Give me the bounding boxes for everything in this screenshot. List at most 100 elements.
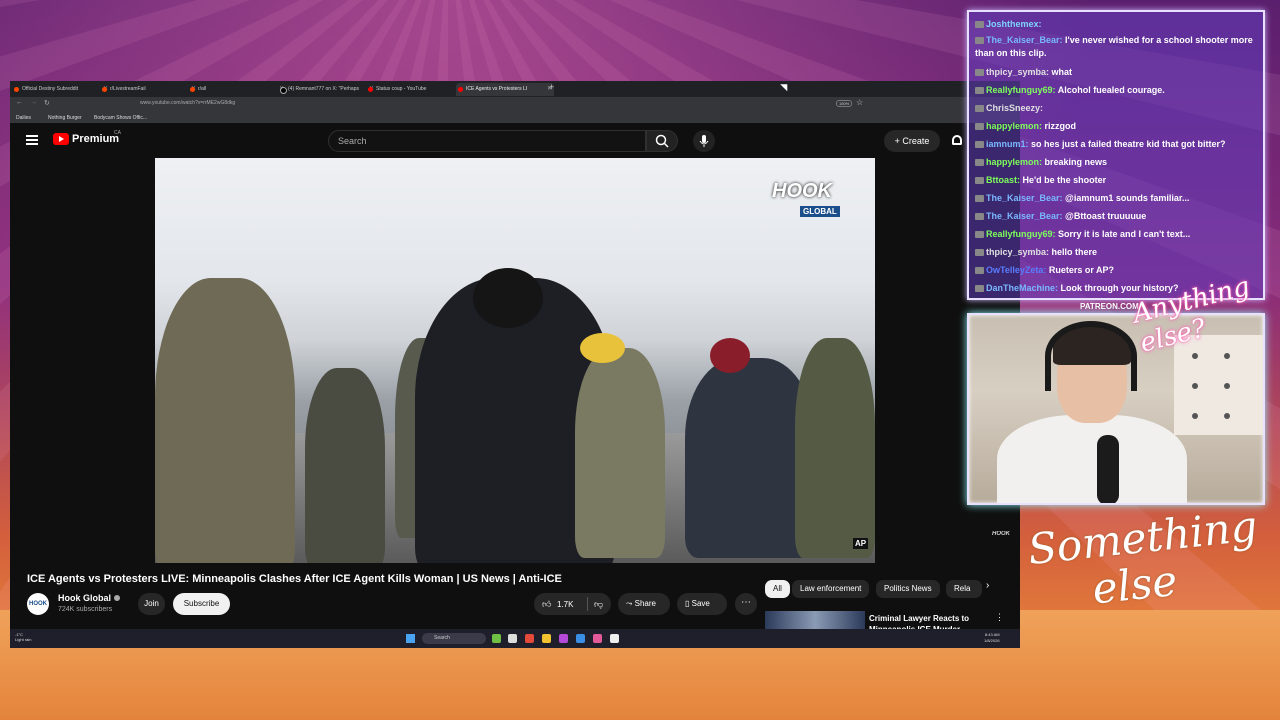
chat-username[interactable]: happylemon [986, 157, 1039, 167]
chat-message: Reallyfunguy69: Sorry it is late and I c… [975, 228, 1259, 241]
badge-icon [975, 123, 984, 130]
chat-username[interactable]: Reallyfunguy69 [986, 229, 1053, 239]
corner-watermark[interactable]: HOOK [992, 531, 1010, 537]
dislike-icon[interactable]: 👎︎ [594, 599, 603, 610]
like-icon[interactable]: 👍︎ [542, 599, 551, 610]
clock-date: 1/8/2026 [984, 638, 1000, 643]
chat-username[interactable]: Joshthemex [986, 19, 1039, 29]
bookmark-dailies[interactable]: Dailies [16, 115, 31, 121]
app-icon[interactable] [508, 634, 517, 643]
app-icon[interactable] [610, 634, 619, 643]
join-button[interactable]: Join [138, 593, 165, 615]
microphone-icon [699, 135, 709, 147]
chat-username[interactable]: OwTelleyZeta [986, 265, 1043, 275]
search-input[interactable]: Search [328, 130, 646, 152]
channel-name[interactable]: Hook Global [58, 593, 121, 603]
chat-message: Reallyfunguy69: Alcohol fuealed courage. [975, 84, 1259, 97]
subscriber-count: 724K subscribers [58, 606, 113, 613]
stream-chat: Joshthemex: The_Kaiser_Bear: I've never … [967, 10, 1265, 300]
watermark-subtext: GLOBAL [800, 206, 840, 217]
bookmark-bodycam[interactable]: Bodycam Shows Offic... [94, 115, 147, 121]
chat-username[interactable]: DanTheMachine [986, 283, 1055, 293]
url-field[interactable]: www.youtube.com/watch?v=rrME2wG8dkg [140, 100, 235, 106]
share-label: Share [634, 599, 656, 608]
share-button[interactable]: ⤳ Share [618, 593, 670, 615]
weather-widget[interactable]: -1°C Light rain [15, 632, 31, 642]
windows-start-icon[interactable] [406, 634, 415, 643]
search-icon [655, 134, 669, 148]
tab-strip: Official Destiny Subreddit✕ r/Livestream… [10, 81, 1020, 97]
tab-status-coup[interactable]: Status coup - YouTube✕ [366, 83, 464, 96]
forward-icon[interactable]: → [30, 99, 37, 106]
star-icon[interactable]: ☆ [856, 98, 863, 107]
save-button[interactable]: ▯ Save [677, 593, 727, 615]
app-icon[interactable] [576, 634, 585, 643]
back-icon[interactable]: ← [16, 99, 23, 106]
app-icon[interactable] [492, 634, 501, 643]
tab-r-all[interactable]: r/all✕ [188, 83, 286, 96]
chat-username[interactable]: thpicy_symba [986, 247, 1046, 257]
like-count[interactable]: 1.7K [557, 600, 573, 609]
headphones-icon [1045, 321, 1137, 391]
more-actions-icon[interactable]: ⋯ [735, 593, 757, 615]
chip-law-enforcement[interactable]: Law enforcement [792, 580, 870, 598]
subscribe-button[interactable]: Subscribe [173, 593, 230, 615]
verified-icon [114, 595, 121, 601]
save-label: Save [691, 599, 710, 608]
search-button[interactable] [646, 130, 678, 152]
tab-livestreamfail[interactable]: r/LivestreamFail✕ [100, 83, 198, 96]
chrome-icon[interactable] [525, 634, 534, 643]
chat-message: The_Kaiser_Bear: @Bttoast truuuuue [975, 210, 1259, 223]
new-tab-button[interactable]: + [549, 82, 554, 92]
badge-icon [975, 231, 984, 238]
chat-username[interactable]: thpicy_symba [986, 67, 1046, 77]
app-icon[interactable] [593, 634, 602, 643]
ap-badge: AP [853, 538, 869, 549]
chat-username[interactable]: The_Kaiser_Bear [986, 193, 1060, 203]
taskbar-search[interactable]: Search [422, 633, 486, 644]
chat-username[interactable]: ChrisSneezy [986, 103, 1040, 113]
youtube-brand[interactable]: Premium [72, 133, 119, 145]
create-label: Create [902, 136, 930, 146]
tab-ice-agents[interactable]: ICE Agents vs Protesters LI ✕ [456, 83, 554, 96]
badge-icon [975, 267, 984, 274]
zoom-indicator[interactable]: 150% [836, 100, 853, 107]
tab-destiny-subreddit[interactable]: Official Destiny Subreddit✕ [12, 83, 110, 96]
chat-username[interactable]: The_Kaiser_Bear [986, 35, 1060, 45]
chat-username[interactable]: The_Kaiser_Bear [986, 211, 1060, 221]
system-clock[interactable]: 8:43 AM 1/8/2026 [984, 632, 1000, 644]
reload-icon[interactable]: ↻ [44, 99, 50, 107]
chat-text: @Bttoast truuuuue [1065, 211, 1147, 221]
badge-icon [975, 87, 984, 94]
chat-username[interactable]: iamnum1 [986, 139, 1026, 149]
chip-politics-news[interactable]: Politics News [876, 580, 940, 598]
chat-username[interactable]: happylemon [986, 121, 1039, 131]
badge-icon [975, 177, 984, 184]
chat-username[interactable]: Reallyfunguy69 [986, 85, 1053, 95]
chat-text: Alcohol fuealed courage. [1057, 85, 1165, 95]
menu-icon[interactable] [26, 135, 38, 145]
app-icon[interactable] [559, 634, 568, 643]
badge-icon [975, 141, 984, 148]
video-player[interactable]: HOOK GLOBAL AP [155, 158, 875, 563]
chevron-right-icon[interactable]: › [986, 580, 989, 591]
notifications-bell-icon[interactable] [952, 135, 962, 145]
video-figure [155, 278, 295, 563]
reddit-icon [102, 87, 107, 92]
more-vertical-icon[interactable]: ⋮ [995, 612, 1004, 623]
folder-icon[interactable] [542, 634, 551, 643]
create-button[interactable]: + Create [884, 130, 940, 152]
recommended-thumbnail[interactable] [765, 611, 865, 631]
chat-text: so hes just a failed theatre kid that go… [1031, 139, 1226, 149]
bookmark-nothing-burger[interactable]: Nothing Burger [48, 115, 82, 121]
voice-search-button[interactable] [693, 130, 715, 152]
tab-x-post[interactable]: (4) Remnant777 on X: "Perhaps✕ [278, 83, 376, 96]
video-figure [575, 348, 665, 558]
chip-all[interactable]: All [765, 580, 790, 598]
search-placeholder: Search [338, 136, 367, 146]
channel-name-text: Hook Global [58, 593, 112, 603]
channel-avatar[interactable]: HOOK [27, 593, 49, 615]
chip-related[interactable]: Rela [946, 580, 982, 598]
youtube-logo-icon[interactable] [53, 133, 69, 145]
chat-username[interactable]: Bttoast [986, 175, 1017, 185]
